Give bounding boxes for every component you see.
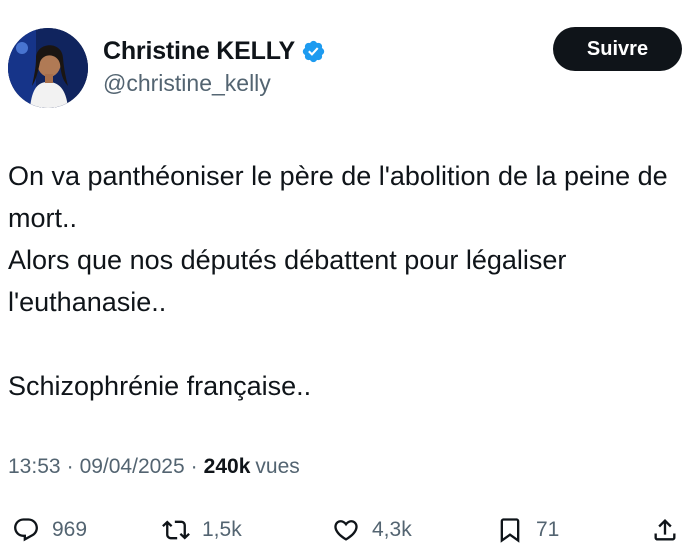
share-icon — [654, 519, 676, 541]
heart-icon — [334, 520, 358, 541]
like-button[interactable]: 4,3k — [332, 508, 412, 552]
reply-button[interactable]: 969 — [12, 508, 87, 552]
tweet-line: On va panthéoniser le père de l'abolitio… — [8, 161, 676, 233]
views-label: vues — [255, 455, 300, 478]
avatar-image — [8, 28, 88, 108]
like-count: 4,3k — [372, 518, 412, 541]
action-bar: 969 1,5k 4,3k 71 — [0, 508, 697, 552]
author-name-row: Christine KELLY — [103, 34, 326, 68]
tweet-date[interactable]: 09/04/2025 — [80, 455, 185, 479]
reply-icon — [14, 518, 38, 542]
tweet-text: On va panthéoniser le père de l'abolitio… — [8, 155, 678, 407]
tweet-meta: 13:53 · 09/04/2025 · 240k vues — [8, 455, 300, 479]
meta-separator: · — [190, 455, 198, 478]
bookmark-count: 71 — [536, 518, 560, 541]
bookmark-button[interactable]: 71 — [496, 508, 559, 552]
reply-count: 969 — [52, 518, 88, 541]
meta-separator: · — [66, 455, 74, 478]
retweet-icon — [162, 520, 190, 540]
follow-button[interactable]: Suivre — [553, 27, 682, 71]
share-button[interactable] — [651, 508, 679, 552]
bookmark-icon — [500, 518, 520, 543]
retweet-button[interactable]: 1,5k — [162, 508, 242, 552]
author-handle[interactable]: @christine_kelly — [103, 70, 271, 97]
author-display-name[interactable]: Christine KELLY — [103, 37, 295, 66]
verified-badge-icon — [301, 39, 326, 64]
retweet-count: 1,5k — [202, 518, 242, 541]
tweet-line: Schizophrénie française.. — [8, 371, 312, 401]
tweet-line: Alors que nos députés débattent pour lég… — [8, 245, 574, 317]
avatar[interactable] — [8, 28, 88, 108]
tweet-time[interactable]: 13:53 — [8, 455, 61, 479]
views-count: 240k — [203, 455, 251, 478]
tweet-card: Christine KELLY @christine_kelly Suivre … — [0, 0, 697, 556]
